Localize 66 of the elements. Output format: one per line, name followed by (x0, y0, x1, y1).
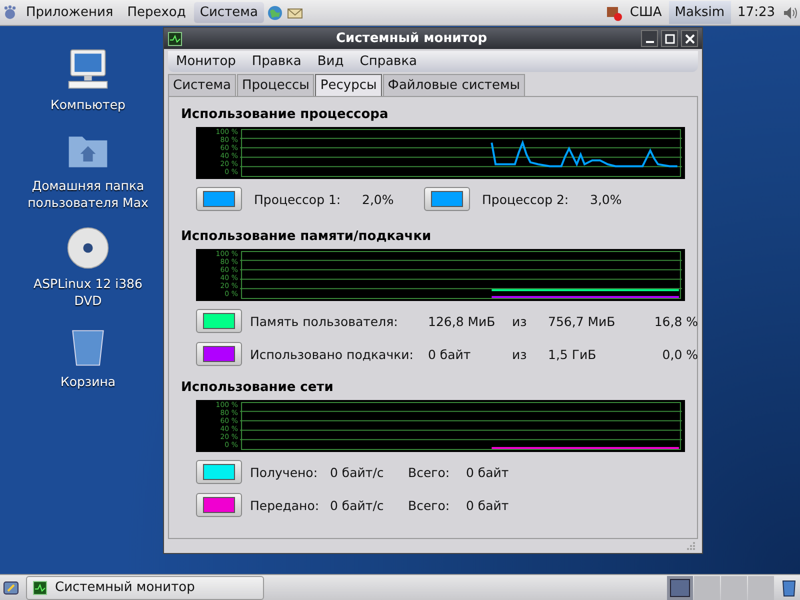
keyboard-layout[interactable]: США (624, 5, 667, 20)
network-label: Получено: (250, 464, 319, 480)
color-picker-button[interactable] (196, 187, 242, 211)
tab[interactable]: Ресурсы (315, 74, 382, 96)
tab[interactable]: Файловые системы (382, 74, 526, 96)
globe-icon[interactable] (266, 4, 284, 22)
panel-menu[interactable]: Приложения (20, 2, 120, 23)
memory-percent: 0,0 % (661, 346, 698, 362)
memory-used: 126,8 МиБ (428, 314, 496, 328)
maximize-icon (664, 34, 674, 44)
color-picker-button[interactable] (196, 342, 242, 366)
desktop-icon-label[interactable]: Корзина (60, 373, 116, 390)
cpu-label: Процессор 1: (254, 192, 342, 206)
minimize-icon (646, 40, 654, 42)
section-title: Использование сети (181, 380, 334, 395)
menu-item[interactable]: Вид (309, 52, 352, 71)
tab[interactable]: Процессы (237, 74, 314, 96)
resize-grip-icon[interactable] (686, 541, 696, 551)
color-picker-button[interactable] (196, 493, 242, 517)
disc-icon[interactable] (65, 225, 111, 271)
memory-label: Память пользователя: (250, 314, 399, 328)
network-total: 0 байт (466, 464, 510, 480)
tab[interactable]: Система (168, 74, 236, 96)
user-button[interactable]: Maksim (668, 1, 731, 24)
monitor-app-icon (33, 580, 47, 594)
color-picker-button[interactable] (196, 460, 242, 484)
network-total-label: Всего: (408, 498, 451, 512)
desktop-icon-label[interactable]: Домашняя папка пользователя Max (18, 177, 158, 211)
network-total: 0 байт (466, 498, 510, 512)
close-button[interactable] (681, 30, 698, 47)
close-icon (684, 34, 694, 44)
section-title: Использование процессора (181, 107, 390, 122)
color-picker-button[interactable] (196, 309, 242, 333)
network-rate: 0 байт/с (330, 464, 385, 480)
window-title: Системный монитор (334, 31, 488, 46)
memory-of: из (512, 346, 528, 362)
network-total-label: Всего: (408, 464, 451, 480)
workspace-button[interactable] (667, 576, 693, 600)
desktop-icon-label[interactable]: ASPLinux 12 i386 DVD (18, 275, 158, 309)
memory-of: из (512, 314, 528, 328)
network-rate: 0 байт/с (330, 498, 385, 512)
cpu-value: 3,0% (590, 192, 623, 206)
memory-total: 756,7 МиБ (548, 314, 616, 328)
cpu-value: 2,0% (362, 192, 395, 206)
network-label: Передано: (250, 498, 320, 512)
memory-used: 0 байт (428, 346, 472, 362)
taskbar-button[interactable]: Системный монитор (26, 576, 264, 600)
panel-menu[interactable]: Переход (121, 2, 192, 23)
memory-label: Использовано подкачки: (250, 346, 414, 362)
section-title: Использование памяти/подкачки (181, 229, 432, 244)
monitor-app-icon (168, 32, 182, 46)
menu-item[interactable]: Справка (352, 52, 426, 71)
foot-logo-icon[interactable] (2, 4, 18, 20)
cpu-label: Процессор 2: (482, 192, 570, 206)
maximize-button[interactable] (661, 30, 678, 47)
trash-icon[interactable] (780, 578, 798, 596)
memory-percent: 16,8 % (653, 314, 698, 328)
clock[interactable]: 17:23 (732, 5, 780, 20)
menu-item[interactable]: Монитор (168, 52, 244, 71)
memory-total: 1,5 ГиБ (548, 346, 598, 362)
color-picker-button[interactable] (424, 187, 470, 211)
menu-item[interactable]: Правка (244, 52, 310, 71)
desktop-icon-label[interactable]: Компьютер (50, 96, 126, 113)
panel-menu[interactable]: Система (194, 2, 264, 23)
minimize-button[interactable] (641, 30, 658, 47)
speaker-icon[interactable] (782, 4, 798, 20)
